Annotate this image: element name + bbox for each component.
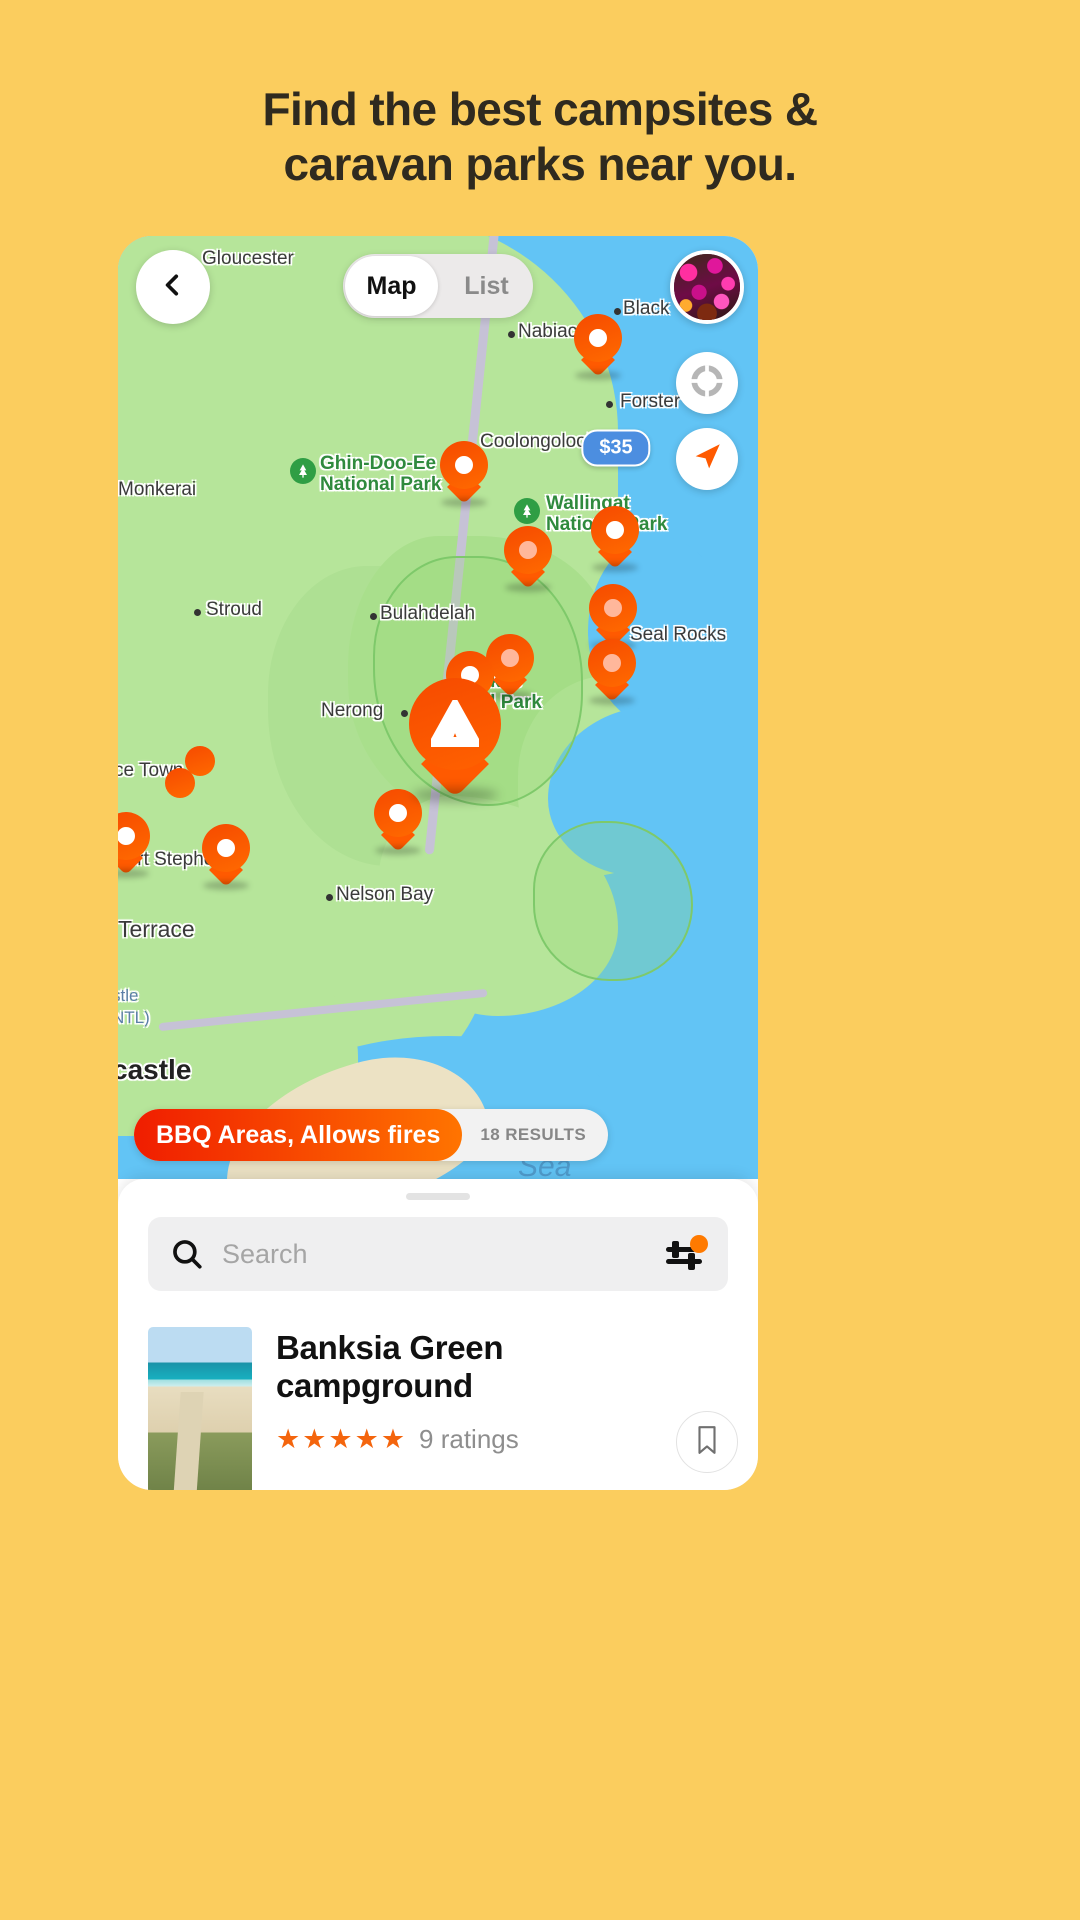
map-pin[interactable] [118, 812, 150, 878]
map-pin[interactable] [574, 314, 622, 380]
headline-line-1: Find the best campsites & [262, 83, 818, 135]
listing-rating-row: ★★★★★ 9 ratings [276, 1424, 652, 1455]
listing-carousel[interactable]: Banksia Green campground ★★★★★ 9 ratings [118, 1327, 758, 1490]
page-title: Find the best campsites & caravan parks … [0, 82, 1080, 192]
listing-thumbnail [148, 1327, 252, 1490]
filter-active-badge [690, 1235, 708, 1253]
back-button[interactable] [136, 250, 210, 324]
chevron-left-icon [160, 272, 186, 303]
map-label-city: Monkerai [118, 479, 197, 500]
bookmark-button[interactable] [676, 1411, 738, 1473]
tent-icon [409, 678, 501, 770]
list-item[interactable]: Banksia Green campground ★★★★★ 9 ratings [148, 1327, 738, 1490]
map-pin[interactable] [589, 584, 637, 650]
map-pin[interactable] [591, 506, 639, 572]
ratings-count: 9 ratings [419, 1423, 519, 1454]
map-pin[interactable] [202, 824, 250, 890]
bottom-sheet[interactable]: Banksia Green campground ★★★★★ 9 ratings [118, 1179, 758, 1490]
search-icon [170, 1237, 204, 1271]
price-badge[interactable]: $35 [581, 429, 651, 467]
listing-title: Banksia Green campground [276, 1329, 504, 1405]
tab-map[interactable]: Map [345, 256, 438, 316]
tree-icon [290, 458, 316, 484]
results-count: 18 RESULTS [480, 1125, 587, 1144]
avatar-image [674, 254, 740, 320]
map-label-minor: stle [118, 986, 139, 1005]
search-input[interactable] [204, 1238, 664, 1270]
map-label-city: Gloucester [202, 248, 294, 269]
map-label-city: Bulahdelah [380, 603, 476, 624]
star-rating-icon: ★★★★★ [276, 1423, 408, 1454]
active-filters-bar[interactable]: BBQ Areas, Allows fires 18 RESULTS [134, 1109, 609, 1161]
map-label-city: Forster [620, 391, 681, 412]
map-pin[interactable] [374, 789, 422, 855]
avatar[interactable] [670, 250, 744, 324]
listing-details: Banksia Green campground ★★★★★ 9 ratings [276, 1327, 652, 1455]
map-pin[interactable] [588, 639, 636, 705]
headline-line-2: caravan parks near you. [283, 138, 798, 191]
sheet-drag-handle[interactable] [406, 1193, 470, 1200]
map-label-major-city: castle [118, 1054, 192, 1085]
city-dot [326, 894, 333, 901]
city-dot [508, 331, 515, 338]
help-button[interactable] [676, 352, 738, 414]
city-dot [401, 710, 408, 717]
tab-list[interactable]: List [440, 254, 533, 318]
phone-mockup: Gloucester Nabiac Black Forster Coolongo… [118, 236, 758, 1490]
map-pin[interactable] [504, 526, 552, 592]
map-label-city: Stroud [206, 599, 262, 620]
tree-icon [514, 498, 540, 524]
navigation-arrow-icon [690, 440, 724, 479]
map-pin-selected-campsite[interactable] [409, 678, 501, 802]
bookmark-icon [694, 1425, 720, 1460]
lifebuoy-icon [690, 364, 724, 403]
city-dot [194, 609, 201, 616]
map-label-city: Nelson Bay [336, 884, 434, 905]
map-list-toggle[interactable]: Map List [343, 254, 533, 318]
map-view[interactable]: Gloucester Nabiac Black Forster Coolongo… [118, 236, 758, 1179]
map-label-city: Coolongolook [480, 431, 597, 452]
map-pin-small[interactable] [165, 768, 195, 798]
map-label-city: Nabiac [518, 321, 578, 342]
map-pin[interactable] [440, 441, 488, 507]
locate-me-button[interactable] [676, 428, 738, 490]
map-label-city: Black [623, 298, 670, 319]
map-label-city: Nerong [321, 700, 384, 721]
map-label-city: Terrace [118, 916, 195, 942]
active-filter-chip[interactable]: BBQ Areas, Allows fires [134, 1109, 463, 1161]
map-label-minor: NTL) [118, 1008, 150, 1027]
map-label-park: Ghin-Doo-Ee National Park [320, 453, 442, 495]
search-bar[interactable] [148, 1217, 728, 1291]
map-label-city: Seal Rocks [630, 624, 727, 645]
filter-button[interactable] [664, 1233, 708, 1275]
city-dot [370, 613, 377, 620]
city-dot [606, 401, 613, 408]
